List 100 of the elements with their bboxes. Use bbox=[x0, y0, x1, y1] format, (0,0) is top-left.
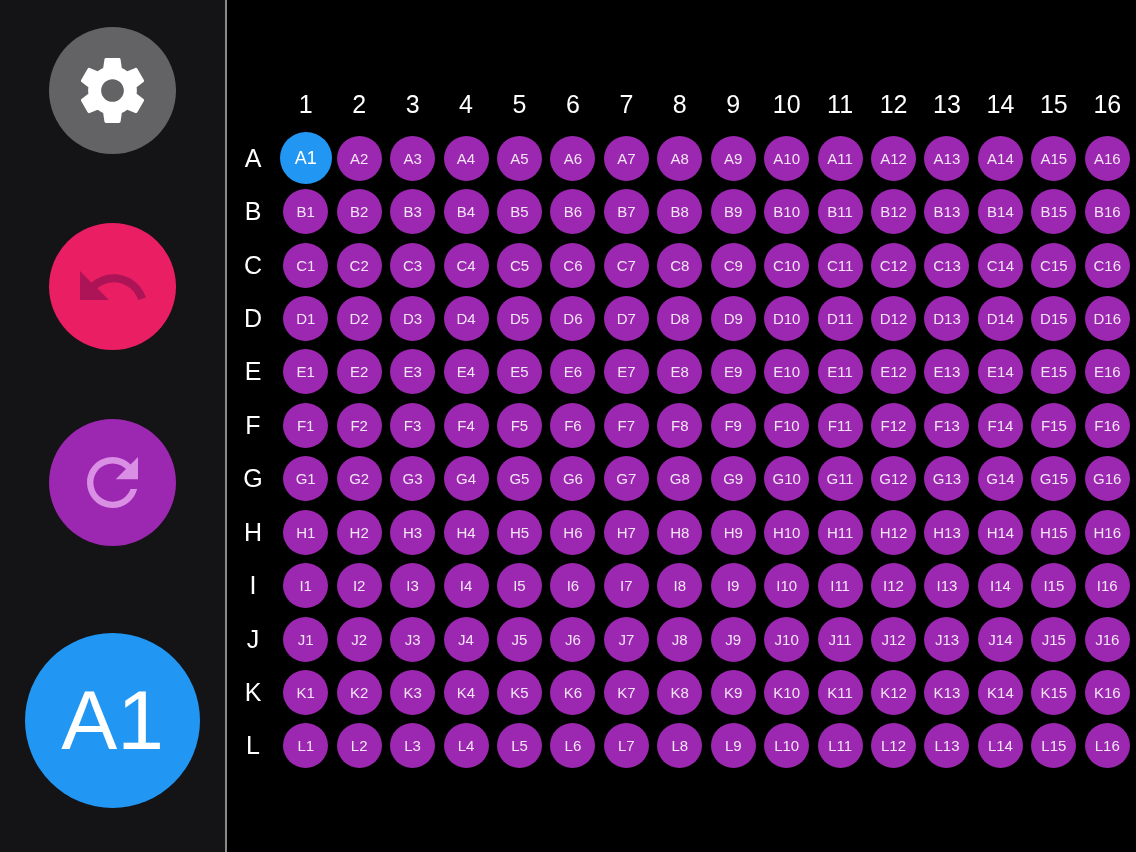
well-button[interactable]: L4 bbox=[443, 723, 489, 769]
well-button[interactable]: A8 bbox=[657, 135, 703, 181]
well-button[interactable]: J2 bbox=[336, 616, 382, 662]
well-button[interactable]: K13 bbox=[924, 670, 970, 716]
well-button[interactable]: I11 bbox=[817, 563, 863, 609]
well-button[interactable]: G12 bbox=[871, 456, 917, 502]
well-button[interactable]: I12 bbox=[871, 563, 917, 609]
well-button[interactable]: H5 bbox=[496, 509, 542, 555]
well-button[interactable]: A4 bbox=[443, 135, 489, 181]
well-button[interactable]: D15 bbox=[1031, 295, 1077, 341]
well-button[interactable]: B7 bbox=[603, 189, 649, 235]
well-button[interactable]: G14 bbox=[977, 456, 1023, 502]
well-button[interactable]: H11 bbox=[817, 509, 863, 555]
well-button[interactable]: J12 bbox=[871, 616, 917, 662]
well-button[interactable]: H4 bbox=[443, 509, 489, 555]
well-button[interactable]: L5 bbox=[496, 723, 542, 769]
well-button[interactable]: K4 bbox=[443, 670, 489, 716]
well-button[interactable]: K5 bbox=[496, 670, 542, 716]
well-button[interactable]: E7 bbox=[603, 349, 649, 395]
well-button[interactable]: I4 bbox=[443, 563, 489, 609]
well-button[interactable]: H6 bbox=[550, 509, 596, 555]
well-button[interactable]: I9 bbox=[710, 563, 756, 609]
well-button[interactable]: G16 bbox=[1084, 456, 1130, 502]
well-button[interactable]: L11 bbox=[817, 723, 863, 769]
well-button[interactable]: J1 bbox=[283, 616, 329, 662]
well-button[interactable]: C8 bbox=[657, 242, 703, 288]
well-button[interactable]: B14 bbox=[977, 189, 1023, 235]
well-button[interactable]: G5 bbox=[496, 456, 542, 502]
well-button[interactable]: K11 bbox=[817, 670, 863, 716]
well-button[interactable]: L9 bbox=[710, 723, 756, 769]
well-button[interactable]: G13 bbox=[924, 456, 970, 502]
well-button[interactable]: H1 bbox=[283, 509, 329, 555]
well-button[interactable]: L6 bbox=[550, 723, 596, 769]
well-button[interactable]: K3 bbox=[390, 670, 436, 716]
well-button[interactable]: A1 bbox=[279, 132, 332, 185]
well-button[interactable]: J13 bbox=[924, 616, 970, 662]
well-button[interactable]: A5 bbox=[496, 135, 542, 181]
well-button[interactable]: A14 bbox=[977, 135, 1023, 181]
well-button[interactable]: D6 bbox=[550, 295, 596, 341]
well-button[interactable]: B9 bbox=[710, 189, 756, 235]
well-button[interactable]: H3 bbox=[390, 509, 436, 555]
well-button[interactable]: D16 bbox=[1084, 295, 1130, 341]
well-button[interactable]: H15 bbox=[1031, 509, 1077, 555]
well-button[interactable]: H2 bbox=[336, 509, 382, 555]
well-button[interactable]: L15 bbox=[1031, 723, 1077, 769]
well-button[interactable]: B8 bbox=[657, 189, 703, 235]
well-button[interactable]: C4 bbox=[443, 242, 489, 288]
well-button[interactable]: F10 bbox=[764, 402, 810, 448]
well-button[interactable]: L2 bbox=[336, 723, 382, 769]
well-button[interactable]: H10 bbox=[764, 509, 810, 555]
well-button[interactable]: H9 bbox=[710, 509, 756, 555]
well-button[interactable]: K12 bbox=[871, 670, 917, 716]
well-button[interactable]: F4 bbox=[443, 402, 489, 448]
well-button[interactable]: G6 bbox=[550, 456, 596, 502]
well-button[interactable]: K8 bbox=[657, 670, 703, 716]
well-button[interactable]: A13 bbox=[924, 135, 970, 181]
well-button[interactable]: L14 bbox=[977, 723, 1023, 769]
well-button[interactable]: L3 bbox=[390, 723, 436, 769]
well-button[interactable]: I6 bbox=[550, 563, 596, 609]
well-button[interactable]: G2 bbox=[336, 456, 382, 502]
well-button[interactable]: F14 bbox=[977, 402, 1023, 448]
well-button[interactable]: D13 bbox=[924, 295, 970, 341]
well-button[interactable]: J16 bbox=[1084, 616, 1130, 662]
well-button[interactable]: I10 bbox=[764, 563, 810, 609]
well-button[interactable]: G4 bbox=[443, 456, 489, 502]
well-button[interactable]: D11 bbox=[817, 295, 863, 341]
well-button[interactable]: C14 bbox=[977, 242, 1023, 288]
well-button[interactable]: K14 bbox=[977, 670, 1023, 716]
well-button[interactable]: B11 bbox=[817, 189, 863, 235]
well-button[interactable]: E16 bbox=[1084, 349, 1130, 395]
well-button[interactable]: K15 bbox=[1031, 670, 1077, 716]
well-button[interactable]: I8 bbox=[657, 563, 703, 609]
well-button[interactable]: I7 bbox=[603, 563, 649, 609]
well-button[interactable]: L16 bbox=[1084, 723, 1130, 769]
well-button[interactable]: D12 bbox=[871, 295, 917, 341]
well-button[interactable]: J3 bbox=[390, 616, 436, 662]
well-button[interactable]: G15 bbox=[1031, 456, 1077, 502]
well-button[interactable]: I1 bbox=[283, 563, 329, 609]
well-button[interactable]: J11 bbox=[817, 616, 863, 662]
well-button[interactable]: D9 bbox=[710, 295, 756, 341]
well-button[interactable]: G11 bbox=[817, 456, 863, 502]
well-button[interactable]: F11 bbox=[817, 402, 863, 448]
well-button[interactable]: B10 bbox=[764, 189, 810, 235]
well-button[interactable]: B5 bbox=[496, 189, 542, 235]
well-button[interactable]: G3 bbox=[390, 456, 436, 502]
well-button[interactable]: A6 bbox=[550, 135, 596, 181]
well-button[interactable]: E10 bbox=[764, 349, 810, 395]
well-button[interactable]: B16 bbox=[1084, 189, 1130, 235]
well-button[interactable]: A2 bbox=[336, 135, 382, 181]
well-button[interactable]: J7 bbox=[603, 616, 649, 662]
well-button[interactable]: F3 bbox=[390, 402, 436, 448]
well-button[interactable]: C7 bbox=[603, 242, 649, 288]
well-button[interactable]: G8 bbox=[657, 456, 703, 502]
well-button[interactable]: A15 bbox=[1031, 135, 1077, 181]
well-button[interactable]: E5 bbox=[496, 349, 542, 395]
well-button[interactable]: D7 bbox=[603, 295, 649, 341]
well-button[interactable]: D5 bbox=[496, 295, 542, 341]
well-button[interactable]: E4 bbox=[443, 349, 489, 395]
well-button[interactable]: J6 bbox=[550, 616, 596, 662]
well-button[interactable]: A11 bbox=[817, 135, 863, 181]
